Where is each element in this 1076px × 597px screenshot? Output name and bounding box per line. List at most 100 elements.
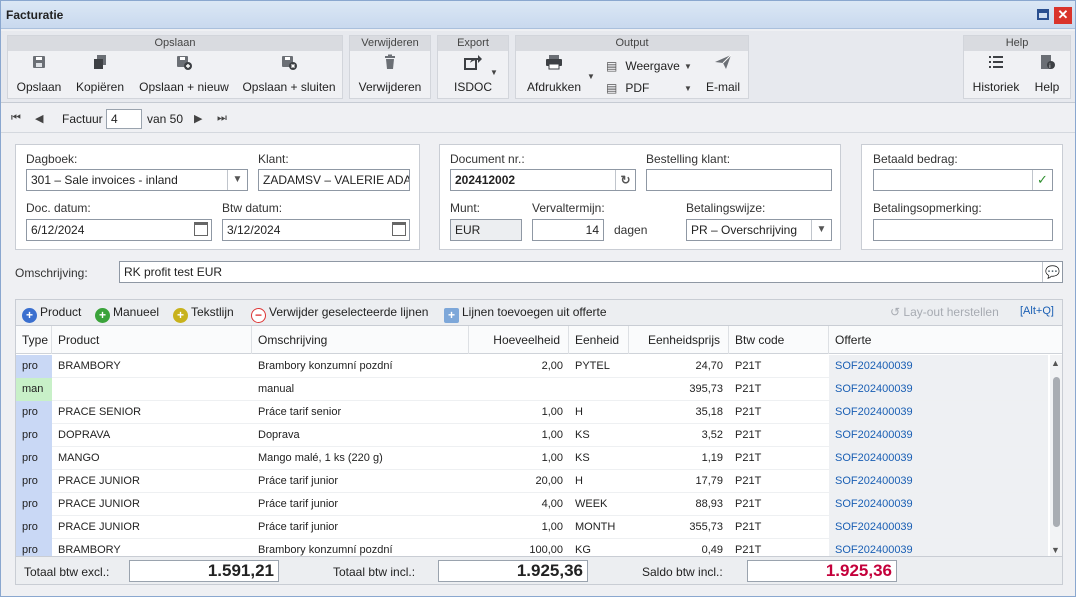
add-manual-button[interactable]: + Manueel <box>95 305 159 323</box>
bestelling-field[interactable] <box>646 169 832 191</box>
cell-btw: P21T <box>735 406 762 418</box>
column-header[interactable]: Eenheid <box>569 326 629 354</box>
grid-header: Type Product Omschrijving Hoeveelheid Ee… <box>16 326 1062 354</box>
cell-hoeveelheid: 1,00 <box>541 452 563 464</box>
chevron-down-icon[interactable]: ▼ <box>684 62 692 71</box>
view-button[interactable]: ▤ Weergave <box>606 56 680 76</box>
cell-offerte[interactable]: SOF202400039 <box>829 539 1048 556</box>
table-row[interactable]: pro BRAMBORY Brambory konzumní pozdní 100,0… <box>16 539 1048 556</box>
vervaltermijn-label: Vervaltermijn: <box>532 201 605 215</box>
betaald-label: Betaald bedrag: <box>873 152 958 166</box>
cell-product: BRAMBORY <box>58 360 121 372</box>
copy-button[interactable]: Kopiëren <box>70 54 130 98</box>
email-button[interactable]: E-mail <box>700 54 746 98</box>
dagboek-value: 301 – Sale invoices - inland <box>31 173 178 187</box>
close-icon[interactable]: ✕ <box>1054 7 1072 24</box>
betaling-opm-label: Betalingsopmerking: <box>873 201 982 215</box>
column-header[interactable]: Omschrijving <box>252 326 469 354</box>
add-from-quote-button[interactable]: + Lijnen toevoegen uit offerte <box>444 305 607 323</box>
cell-offerte[interactable]: SOF202400039 <box>829 516 1048 539</box>
column-header[interactable]: Product <box>52 326 252 354</box>
pdf-button[interactable]: ▤ PDF <box>606 78 649 98</box>
checkmark-icon[interactable]: ✓ <box>1032 170 1052 190</box>
plus-icon: + <box>95 308 110 323</box>
table-row[interactable]: pro PRACE JUNIOR Práce tarif junior 20,00 H 1… <box>16 470 1048 493</box>
vertical-scrollbar[interactable]: ▲ ▼ <box>1050 355 1062 556</box>
cell-eenheid: MONTH <box>575 521 616 533</box>
column-header[interactable]: Btw code <box>729 326 829 354</box>
maximize-icon[interactable] <box>1037 9 1049 20</box>
calendar-icon[interactable] <box>194 222 208 236</box>
add-manual-label: Manueel <box>113 305 160 319</box>
cell-btw: P21T <box>735 429 762 441</box>
cell-offerte[interactable]: SOF202400039 <box>829 493 1048 516</box>
last-record-icon[interactable]: ⏭ <box>217 112 227 125</box>
chevron-down-icon[interactable]: ▼ <box>811 220 831 240</box>
bestelling-label: Bestelling klant: <box>646 152 731 166</box>
table-row[interactable]: pro PRACE JUNIOR Práce tarif junior 1,00 MON… <box>16 516 1048 539</box>
betaald-field[interactable]: ✓ <box>873 169 1053 191</box>
vervaltermijn-field[interactable]: 14 <box>532 219 604 241</box>
cell-eenheid: WEEK <box>575 498 608 510</box>
save-close-button[interactable]: Opslaan + sluiten <box>238 54 340 98</box>
table-row[interactable]: man manual 395,73 P21T SOF202400039 <box>16 378 1048 401</box>
previous-record-icon[interactable]: ◀ <box>35 112 43 125</box>
cell-offerte[interactable]: SOF202400039 <box>829 470 1048 493</box>
omschrijving-value: RK profit test EUR <box>124 265 223 279</box>
table-row[interactable]: pro MANGO Mango malé, 1 ks (220 g) 1,00 KS 1,… <box>16 447 1048 470</box>
add-product-button[interactable]: + Product <box>22 305 81 323</box>
delete-lines-button[interactable]: − Verwijder geselecteerde lijnen <box>251 305 428 323</box>
scroll-down-icon[interactable]: ▼ <box>1051 545 1060 555</box>
reset-layout-button[interactable]: ↺ Lay-out herstellen <box>890 305 999 319</box>
comment-icon[interactable]: 💬 <box>1042 262 1062 282</box>
delete-button[interactable]: Verwijderen <box>354 54 426 98</box>
ribbon-group-help: Help Historiek i Help <box>963 35 1071 99</box>
save-new-button[interactable]: Opslaan + nieuw <box>134 54 234 98</box>
history-button[interactable]: Historiek <box>968 54 1024 98</box>
calendar-icon[interactable] <box>392 222 406 236</box>
chevron-down-icon[interactable]: ▼ <box>490 68 498 77</box>
table-row[interactable]: pro BRAMBORY Brambory konzumní pozdní 2,00 P… <box>16 355 1048 378</box>
btw-datum-field[interactable]: 3/12/2024 <box>222 219 410 241</box>
betalingswijze-select[interactable]: PR – Overschrijving ▼ <box>686 219 832 241</box>
document-nr-field[interactable]: 202412002 ↻ <box>450 169 636 191</box>
refresh-icon[interactable]: ↻ <box>615 170 635 190</box>
send-icon <box>700 54 746 78</box>
cell-type: pro <box>16 470 52 493</box>
chevron-down-icon[interactable]: ▼ <box>587 72 595 81</box>
scroll-up-icon[interactable]: ▲ <box>1051 358 1060 368</box>
column-header[interactable]: Type <box>16 326 52 354</box>
omschrijving-field[interactable]: RK profit test EUR 💬 <box>119 261 1063 283</box>
cell-eenheid: H <box>575 406 583 418</box>
column-header[interactable]: Eenheidsprijs <box>629 326 729 354</box>
klant-field[interactable]: ZADAMSV – VALERIE ADAM <box>258 169 410 191</box>
print-button[interactable]: Afdrukken <box>520 54 588 98</box>
cell-offerte[interactable]: SOF202400039 <box>829 378 1048 401</box>
table-row[interactable]: pro PRACE JUNIOR Práce tarif junior 4,00 WEE… <box>16 493 1048 516</box>
add-textline-button[interactable]: + Tekstlijn <box>173 305 234 323</box>
cell-offerte[interactable]: SOF202400039 <box>829 355 1048 378</box>
betaling-opm-field[interactable] <box>873 219 1053 241</box>
cell-prijs: 88,93 <box>695 498 723 510</box>
cell-offerte[interactable]: SOF202400039 <box>829 447 1048 470</box>
save-button[interactable]: Opslaan <box>12 54 66 98</box>
scrollbar-thumb[interactable] <box>1053 377 1060 527</box>
record-number-input[interactable]: 4 <box>106 109 142 129</box>
list-icon <box>968 54 1024 78</box>
column-header[interactable]: Offerte <box>829 326 1062 354</box>
help-button[interactable]: i Help <box>1026 54 1068 98</box>
ribbon-group-export: Export ISDOC ▼ <box>437 35 509 99</box>
pdf-icon: ▤ <box>606 81 618 95</box>
first-record-icon[interactable]: ⏮ <box>11 112 21 125</box>
chevron-down-icon[interactable]: ▼ <box>684 84 692 93</box>
dagboek-select[interactable]: 301 – Sale invoices - inland ▼ <box>26 169 248 191</box>
next-record-icon[interactable]: ▶ <box>194 112 202 125</box>
table-row[interactable]: pro DOPRAVA Doprava 1,00 KS 3,52 P21T SOF202400… <box>16 424 1048 447</box>
chevron-down-icon[interactable]: ▼ <box>227 170 247 190</box>
cell-offerte[interactable]: SOF202400039 <box>829 401 1048 424</box>
group-title: Help <box>964 36 1070 51</box>
table-row[interactable]: pro PRACE SENIOR Práce tarif senior 1,00 H 35… <box>16 401 1048 424</box>
column-header[interactable]: Hoeveelheid <box>469 326 569 354</box>
doc-datum-field[interactable]: 6/12/2024 <box>26 219 212 241</box>
cell-offerte[interactable]: SOF202400039 <box>829 424 1048 447</box>
